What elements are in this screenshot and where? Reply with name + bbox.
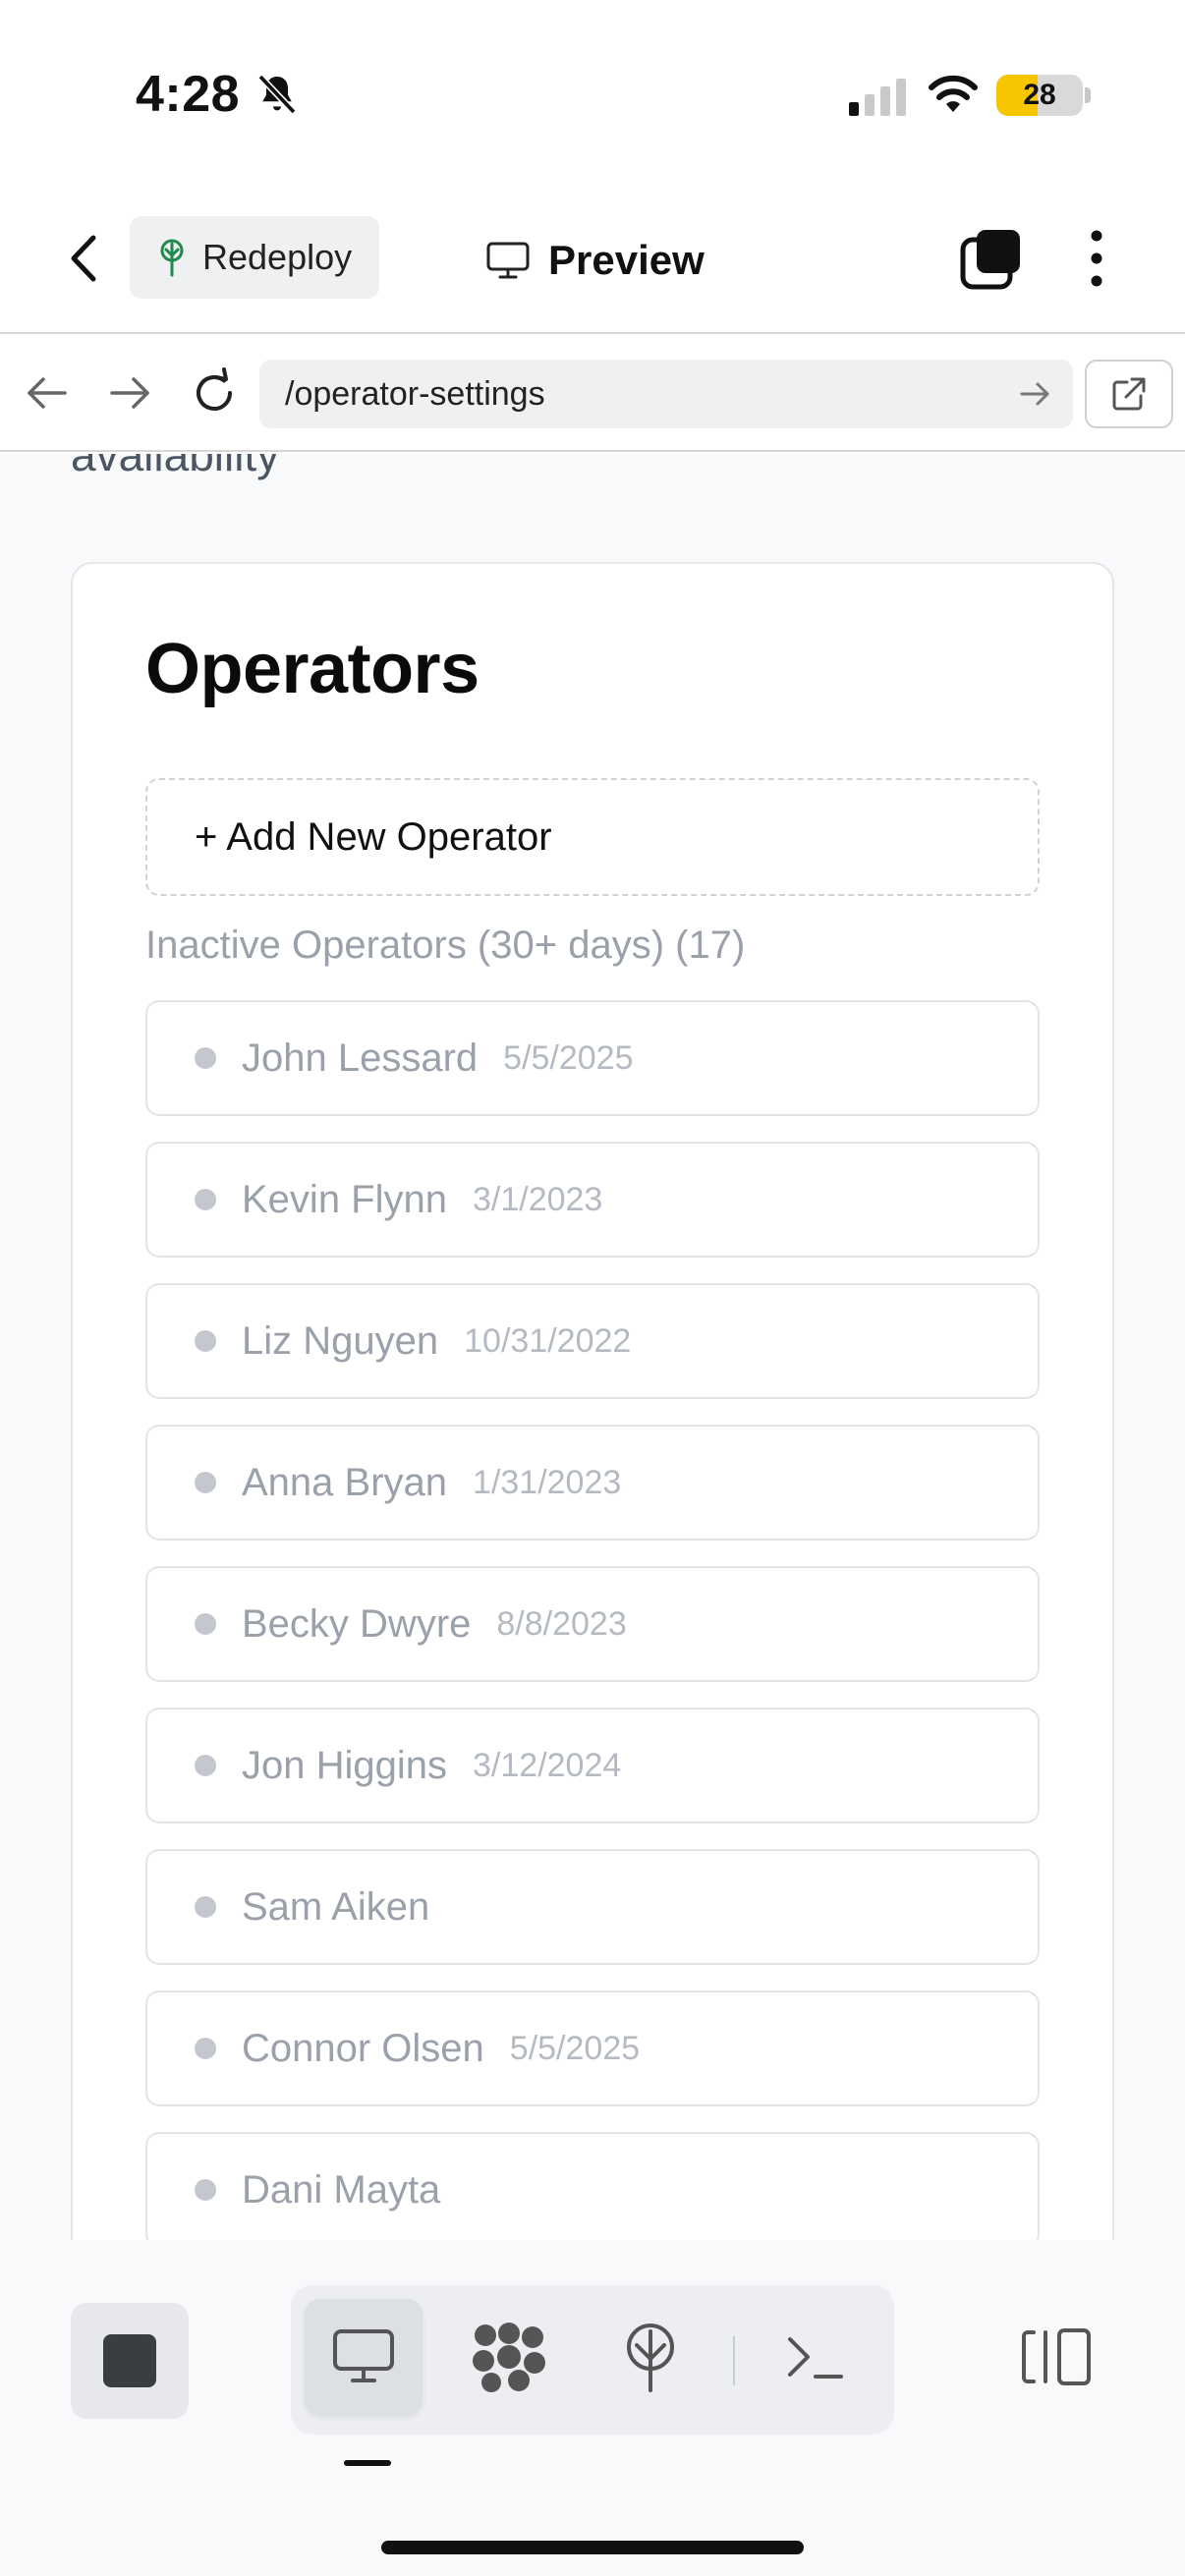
redeploy-label: Redeploy [202, 237, 353, 277]
operator-date: 8/8/2023 [496, 1604, 627, 1643]
home-indicator [381, 2541, 804, 2554]
toolbar-divider [733, 2336, 735, 2385]
operator-date: 3/12/2024 [473, 1746, 622, 1784]
inactive-section-label: Inactive Operators (30+ days) (17) [145, 924, 746, 967]
battery-percent: 28 [1023, 79, 1056, 111]
open-external-button[interactable] [1085, 360, 1173, 428]
operator-name: Dani Mayta [242, 2167, 441, 2212]
operator-item[interactable]: Anna Bryan 1/31/2023 [145, 1425, 1040, 1540]
status-dot [195, 2038, 216, 2059]
stop-button[interactable] [71, 2303, 189, 2419]
wifi-icon [929, 75, 978, 112]
preview-label: Preview [548, 237, 705, 283]
operator-name: Kevin Flynn [242, 1177, 447, 1221]
operator-name: Connor Olsen [242, 2026, 484, 2070]
back-button[interactable] [53, 224, 112, 293]
operator-name: John Lessard [242, 1036, 479, 1080]
go-arrow-icon[interactable] [1016, 375, 1053, 413]
status-dot [195, 1189, 216, 1210]
reload-icon[interactable] [187, 365, 242, 420]
status-bar: 4:28 28 [0, 0, 1185, 187]
arrow-right-icon[interactable] [104, 367, 155, 419]
preview-title: Preview [485, 226, 705, 295]
operator-item[interactable]: John Lessard 5/5/2025 [145, 1000, 1040, 1116]
operator-date: 1/31/2023 [473, 1463, 622, 1501]
url-text: /operator-settings [285, 374, 545, 413]
status-dot [195, 2179, 216, 2201]
tabs-icon[interactable] [959, 226, 1024, 291]
external-link-icon [1112, 377, 1146, 411]
arrow-left-icon[interactable] [22, 367, 73, 419]
status-dot [195, 1472, 216, 1493]
operator-item[interactable]: Becky Dwyre 8/8/2023 [145, 1566, 1040, 1682]
operator-name: Jon Higgins [242, 1743, 448, 1787]
terminal-tool[interactable] [757, 2299, 875, 2415]
status-dot [195, 1047, 216, 1069]
operator-date: 5/5/2025 [509, 2029, 641, 2067]
operator-name: Sam Aiken [242, 1884, 430, 1929]
operator-date: 10/31/2022 [464, 1321, 632, 1360]
operators-card: Operators + Add New Operator Inactive Op… [71, 562, 1114, 2240]
status-dot [195, 1330, 216, 1352]
battery-indicator: 28 [996, 75, 1083, 116]
cut-off-text: availability [71, 454, 280, 480]
chevron-left-icon [71, 235, 96, 282]
operator-date: 3/1/2023 [472, 1180, 603, 1218]
bell-slash-icon [257, 74, 297, 115]
battery-nub [1085, 87, 1091, 103]
url-toolbar: /operator-settings [0, 336, 1185, 452]
bottom-toolbar [0, 2240, 1185, 2576]
cellular-signal-icon [849, 79, 906, 116]
desktop-preview-icon [333, 2329, 394, 2382]
split-view-icon[interactable] [1018, 2326, 1093, 2387]
operator-name: Liz Nguyen [242, 1318, 439, 1363]
stop-icon [103, 2334, 156, 2387]
active-tab-indicator [344, 2460, 391, 2466]
cluster-icon [473, 2323, 545, 2392]
more-vertical-icon[interactable] [1077, 226, 1116, 291]
operator-date: 5/5/2025 [503, 1038, 634, 1077]
operator-item[interactable]: Dani Mayta [145, 2132, 1040, 2240]
status-time: 4:28 [136, 66, 241, 123]
operator-item[interactable]: Sam Aiken [145, 1849, 1040, 1965]
card-title: Operators [145, 630, 480, 708]
deploy-icon [627, 2324, 674, 2392]
operator-item[interactable]: Kevin Flynn 3/1/2023 [145, 1142, 1040, 1258]
cluster-tool[interactable] [450, 2299, 568, 2415]
operator-list: John Lessard 5/5/2025 Kevin Flynn 3/1/20… [145, 1000, 1040, 2240]
redeploy-button[interactable]: Redeploy [130, 216, 379, 299]
operator-name: Becky Dwyre [242, 1601, 472, 1646]
terminal-icon [788, 2337, 843, 2379]
deploy-tool[interactable] [592, 2299, 709, 2415]
add-operator-button[interactable]: + Add New Operator [145, 778, 1040, 896]
operator-item[interactable]: Liz Nguyen 10/31/2022 [145, 1283, 1040, 1399]
preview-content: availability Operators + Add New Operato… [0, 454, 1185, 2240]
operator-item[interactable]: Connor Olsen 5/5/2025 [145, 1990, 1040, 2106]
view-switcher [291, 2285, 894, 2435]
deploy-tree-icon [160, 239, 184, 277]
status-dot [195, 1755, 216, 1776]
app-header: Redeploy Preview [0, 187, 1185, 334]
desktop-preview-tool[interactable] [305, 2299, 423, 2415]
operator-name: Anna Bryan [242, 1460, 448, 1504]
operator-item[interactable]: Jon Higgins 3/12/2024 [145, 1708, 1040, 1823]
status-dot [195, 1896, 216, 1918]
desktop-icon [486, 242, 530, 279]
url-input[interactable]: /operator-settings [259, 360, 1073, 428]
status-dot [195, 1613, 216, 1635]
